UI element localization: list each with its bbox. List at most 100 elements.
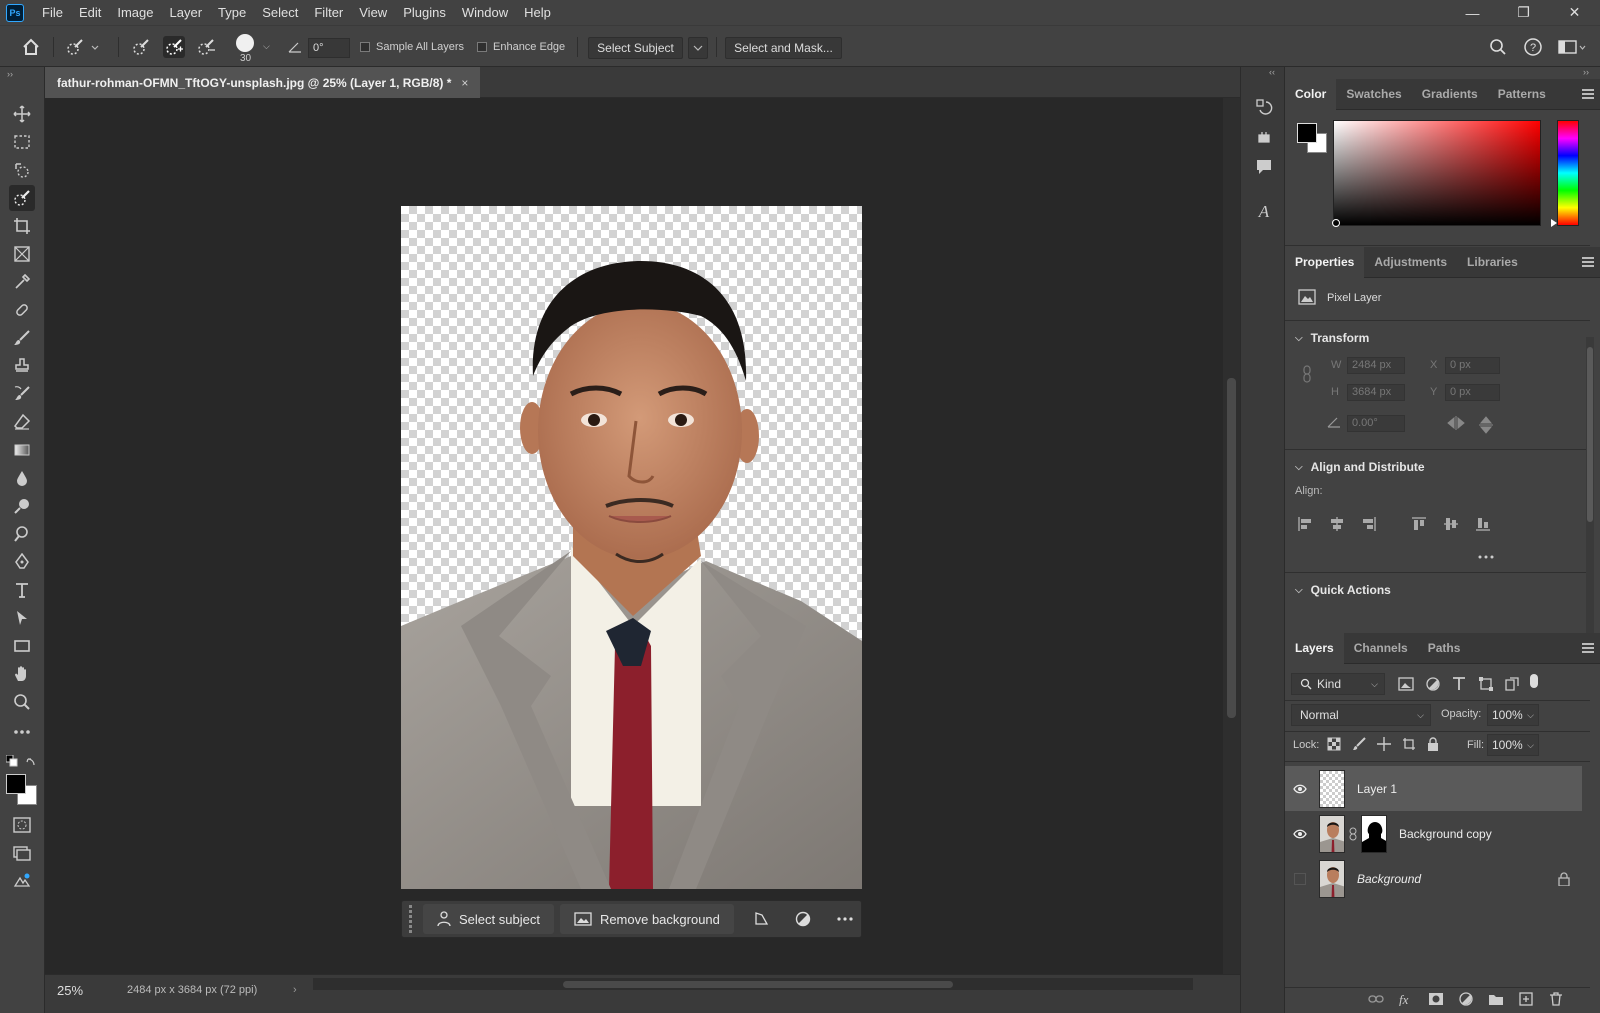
tab-adjustments[interactable]: Adjustments (1364, 247, 1457, 278)
hue-slider-handle[interactable] (1551, 219, 1557, 227)
filter-shape-icon[interactable] (1478, 676, 1494, 692)
default-colors-icon[interactable] (6, 755, 18, 767)
tab-layers[interactable]: Layers (1285, 632, 1344, 664)
collapse-toolbar-icon[interactable]: ›› (7, 69, 13, 79)
healing-brush-tool-icon[interactable] (9, 297, 35, 323)
horizontal-scrollbar[interactable] (313, 978, 1193, 990)
more-align-options-icon[interactable] (1478, 555, 1494, 559)
menu-layer[interactable]: Layer (162, 0, 211, 25)
menu-type[interactable]: Type (210, 0, 254, 25)
add-mask-icon[interactable] (1428, 992, 1444, 1006)
tab-libraries[interactable]: Libraries (1457, 247, 1528, 278)
menu-file[interactable]: File (34, 0, 71, 25)
collapse-right-icon[interactable]: ›› (1583, 67, 1589, 77)
color-foreground-swatch[interactable] (1297, 123, 1317, 143)
menu-window[interactable]: Window (454, 0, 516, 25)
vertical-scrollbar[interactable] (1223, 98, 1240, 974)
move-tool-icon[interactable] (9, 101, 35, 127)
more-options-icon[interactable] (830, 904, 860, 934)
chevron-right-icon[interactable]: › (293, 984, 297, 996)
document-tab[interactable]: fathur-rohman-OFMN_TftOGY-unsplash.jpg @… (45, 67, 481, 98)
brush-size-icon[interactable] (234, 32, 256, 54)
zoom-tool-icon[interactable] (9, 689, 35, 715)
select-subject-task-button[interactable]: Select subject (423, 904, 554, 934)
quick-mask-icon[interactable] (9, 812, 35, 838)
visibility-toggle[interactable] (1285, 872, 1315, 885)
new-adjustment-layer-icon[interactable] (1458, 992, 1474, 1006)
type-tool-icon[interactable] (9, 577, 35, 603)
search-icon[interactable] (1487, 36, 1509, 58)
fill-field[interactable]: 100% ⌵ (1487, 734, 1539, 756)
generative-icon[interactable] (9, 868, 35, 894)
color-field[interactable] (1333, 120, 1541, 226)
select-and-mask-button[interactable]: Select and Mask... (725, 37, 842, 59)
brush-tool-icon[interactable] (9, 325, 35, 351)
flip-horizontal-icon[interactable] (1447, 416, 1465, 430)
restore-button[interactable]: ❐ (1498, 0, 1549, 25)
foreground-color-swatch[interactable] (6, 774, 26, 794)
new-group-icon[interactable] (1488, 992, 1504, 1006)
hand-tool-icon[interactable] (9, 661, 35, 687)
eye-icon[interactable] (1285, 829, 1315, 839)
layer-row-background[interactable]: Background (1285, 856, 1582, 901)
tab-swatches[interactable]: Swatches (1336, 79, 1411, 110)
lock-artboard-icon[interactable] (1402, 737, 1418, 753)
eraser-tool-icon[interactable] (9, 409, 35, 435)
comments-panel-icon[interactable] (1252, 155, 1276, 179)
tab-patterns[interactable]: Patterns (1488, 79, 1556, 110)
quick-selection-tool-icon[interactable] (9, 185, 35, 211)
width-field[interactable]: 2484 px (1347, 357, 1405, 374)
transform-section-toggle[interactable]: ⌵ Transform (1295, 331, 1369, 345)
lock-position-icon[interactable] (1377, 737, 1393, 753)
layer-row-layer-1[interactable]: Layer 1 (1285, 766, 1582, 811)
menu-view[interactable]: View (351, 0, 395, 25)
tab-properties[interactable]: Properties (1285, 246, 1365, 278)
filter-smart-object-icon[interactable] (1504, 676, 1520, 692)
new-layer-icon[interactable] (1518, 992, 1534, 1006)
screen-mode-icon[interactable] (9, 840, 35, 866)
layer-row-background-copy[interactable]: Background copy (1285, 811, 1582, 856)
object-selection-tool-icon[interactable] (9, 157, 35, 183)
tab-color[interactable]: Color (1285, 78, 1337, 110)
tab-gradients[interactable]: Gradients (1412, 79, 1488, 110)
fx-icon[interactable]: fx (1398, 992, 1414, 1006)
gradient-tool-icon[interactable] (9, 437, 35, 463)
layer-mask-thumbnail[interactable] (1361, 814, 1387, 853)
opacity-field[interactable]: 100% ⌵ (1487, 704, 1539, 726)
marquee-tool-icon[interactable] (9, 129, 35, 155)
add-to-selection-icon[interactable] (163, 36, 185, 58)
help-icon[interactable]: ? (1522, 36, 1544, 58)
dodge-tool-icon[interactable] (9, 493, 35, 519)
minimize-button[interactable]: — (1447, 0, 1498, 25)
tab-channels[interactable]: Channels (1344, 633, 1418, 664)
link-layers-icon[interactable] (1368, 992, 1384, 1006)
lock-transparent-pixels-icon[interactable] (1327, 737, 1343, 753)
document-image[interactable] (401, 206, 862, 889)
height-field[interactable]: 3684 px (1347, 384, 1405, 401)
filter-toggle[interactable] (1530, 674, 1538, 688)
zoom-level[interactable]: 25% (57, 983, 83, 998)
tab-paths[interactable]: Paths (1418, 633, 1471, 664)
align-section-toggle[interactable]: ⌵ Align and Distribute (1295, 460, 1425, 474)
align-horizontal-center-icon[interactable] (1329, 516, 1345, 532)
lock-image-pixels-icon[interactable] (1352, 737, 1368, 753)
align-bottom-icon[interactable] (1475, 516, 1491, 532)
plugins-panel-icon[interactable] (1252, 125, 1276, 149)
align-vertical-center-icon[interactable] (1443, 516, 1459, 532)
lock-icon[interactable] (1558, 871, 1570, 886)
panel-menu-icon[interactable] (1582, 643, 1594, 653)
menu-filter[interactable]: Filter (306, 0, 351, 25)
rectangle-tool-icon[interactable] (9, 633, 35, 659)
drag-handle[interactable] (405, 905, 415, 933)
rotation-field[interactable]: 0.00° (1347, 415, 1405, 432)
angle-input[interactable]: 0° (308, 38, 350, 58)
menu-image[interactable]: Image (109, 0, 161, 25)
panel-menu-icon[interactable] (1582, 89, 1594, 99)
home-icon[interactable] (20, 36, 42, 58)
more-tools-icon[interactable] (9, 719, 35, 745)
sample-all-layers-checkbox[interactable]: Sample All Layers (360, 41, 464, 53)
filter-adjustment-icon[interactable] (1425, 676, 1441, 692)
collapse-panels-icon[interactable]: ‹‹ (1269, 67, 1275, 77)
transform-icon[interactable] (746, 904, 776, 934)
select-subject-button[interactable]: Select Subject (588, 37, 683, 59)
